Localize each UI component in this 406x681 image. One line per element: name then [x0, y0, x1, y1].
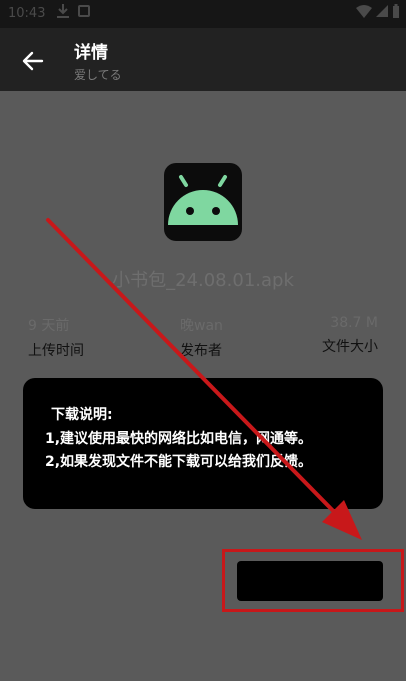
app-notification-icon	[78, 5, 90, 17]
stat-value: 晚wan	[180, 318, 223, 334]
download-icon	[56, 3, 70, 23]
stat-label: 文件大小	[322, 339, 378, 355]
stat-file-size: 38.7 M 文件大小	[322, 315, 378, 356]
battery-icon	[393, 4, 399, 18]
app-toolbar: 详情 爱してる	[0, 28, 406, 91]
notice-line: 1,建议使用最快的网络比如电信，网通等。	[45, 431, 313, 447]
page-subtitle: 爱してる	[74, 68, 122, 82]
signal-icon	[376, 5, 388, 17]
stat-upload-time: 9 天前 上传时间	[28, 315, 84, 360]
annotation-highlight-box	[222, 549, 404, 612]
arrow-left-icon	[22, 51, 44, 71]
android-robot-icon	[168, 175, 238, 225]
back-button[interactable]	[18, 46, 48, 76]
notice-title: 下载说明:	[51, 407, 113, 423]
wifi-icon	[356, 4, 372, 18]
stat-value: 9 天前	[28, 318, 70, 334]
stat-publisher: 晚wan 发布者	[180, 315, 223, 360]
app-icon	[164, 163, 242, 241]
stat-value: 38.7 M	[330, 315, 378, 331]
download-notice-dialog: 下载说明: 1,建议使用最快的网络比如电信，网通等。 2,如果发现文件不能下载可…	[23, 378, 383, 509]
page-title: 详情	[74, 43, 108, 63]
stat-label: 上传时间	[28, 343, 84, 359]
status-bar: 10:43	[0, 0, 406, 28]
status-time: 10:43	[8, 6, 46, 21]
stat-label: 发布者	[180, 343, 222, 359]
notice-line: 2,如果发现文件不能下载可以给我们反馈。	[45, 454, 313, 470]
apk-file-name: 小书包_24.08.01.apk	[112, 270, 294, 291]
